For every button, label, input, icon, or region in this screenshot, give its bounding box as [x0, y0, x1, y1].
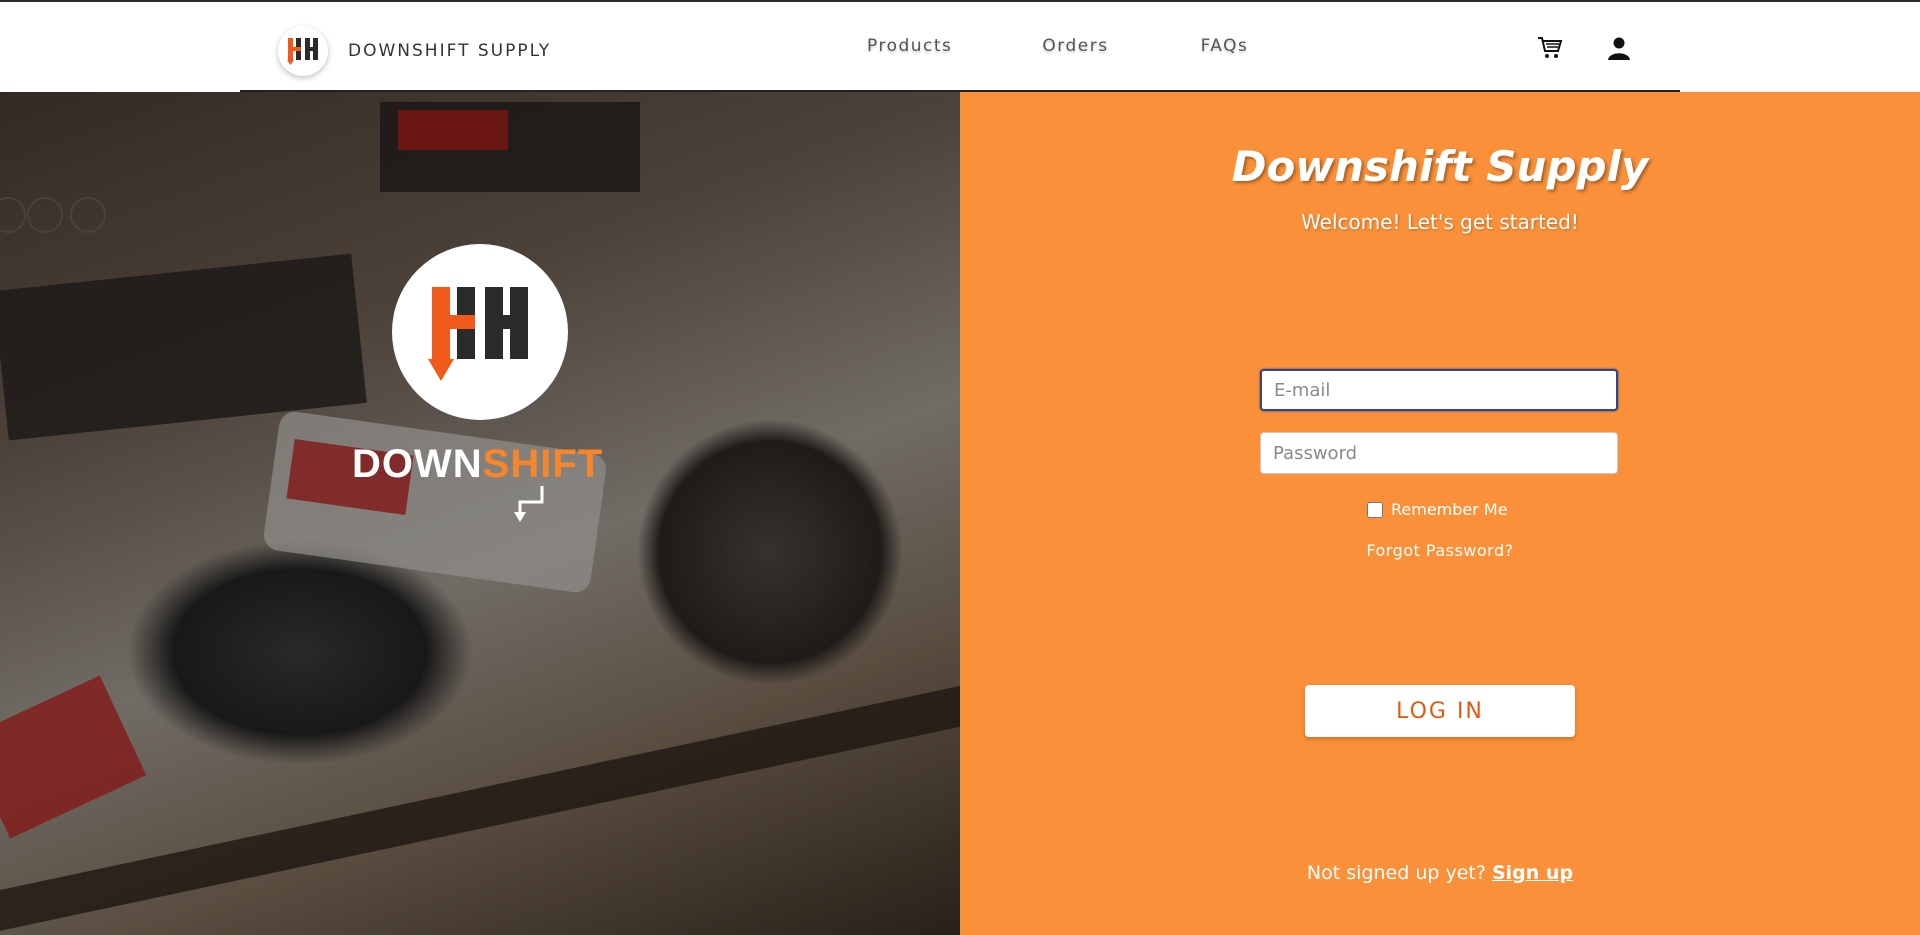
user-icon[interactable] — [1603, 32, 1635, 64]
hero-wordmark: DOWNSHIFT — [352, 442, 603, 487]
remember-me[interactable]: Remember Me — [1367, 500, 1508, 519]
email-input[interactable] — [1260, 369, 1618, 411]
nav-orders[interactable]: Orders — [1042, 36, 1108, 56]
forgot-password-link[interactable]: Forgot Password? — [960, 541, 1920, 560]
login-title: Downshift Supply — [1231, 142, 1649, 191]
brand[interactable]: DOWNSHIFT SUPPLY — [278, 26, 551, 76]
site-header: DOWNSHIFT SUPPLY Products Orders FAQs — [0, 2, 1920, 92]
nav-faqs[interactable]: FAQs — [1201, 36, 1249, 56]
main-nav: Products Orders FAQs — [840, 36, 1248, 56]
hero-image: DOWNSHIFT — [0, 92, 960, 935]
login-panel: Downshift Supply Welcome! Let's get star… — [960, 92, 1920, 935]
nav-products[interactable]: Products — [867, 36, 952, 56]
hero-word-main: DOWN — [352, 442, 483, 486]
hero-word-accent: SHIFT — [482, 442, 604, 486]
signup-line: Not signed up yet? Sign up — [960, 862, 1920, 884]
password-input[interactable] — [1260, 432, 1618, 474]
remember-me-label: Remember Me — [1391, 500, 1508, 519]
logo-icon[interactable] — [278, 26, 328, 76]
signup-link[interactable]: Sign up — [1492, 862, 1573, 884]
login-subtitle: Welcome! Let's get started! — [1301, 210, 1579, 234]
cart-icon[interactable] — [1534, 32, 1566, 64]
signup-prompt: Not signed up yet? — [1306, 862, 1486, 884]
brand-name[interactable]: DOWNSHIFT SUPPLY — [348, 41, 551, 61]
hero-overlay — [0, 92, 960, 935]
downshift-arrow-icon — [514, 486, 544, 522]
login-button[interactable]: LOG IN — [1305, 685, 1575, 737]
remember-me-checkbox[interactable] — [1367, 501, 1383, 518]
hero-logo-icon — [392, 244, 568, 420]
